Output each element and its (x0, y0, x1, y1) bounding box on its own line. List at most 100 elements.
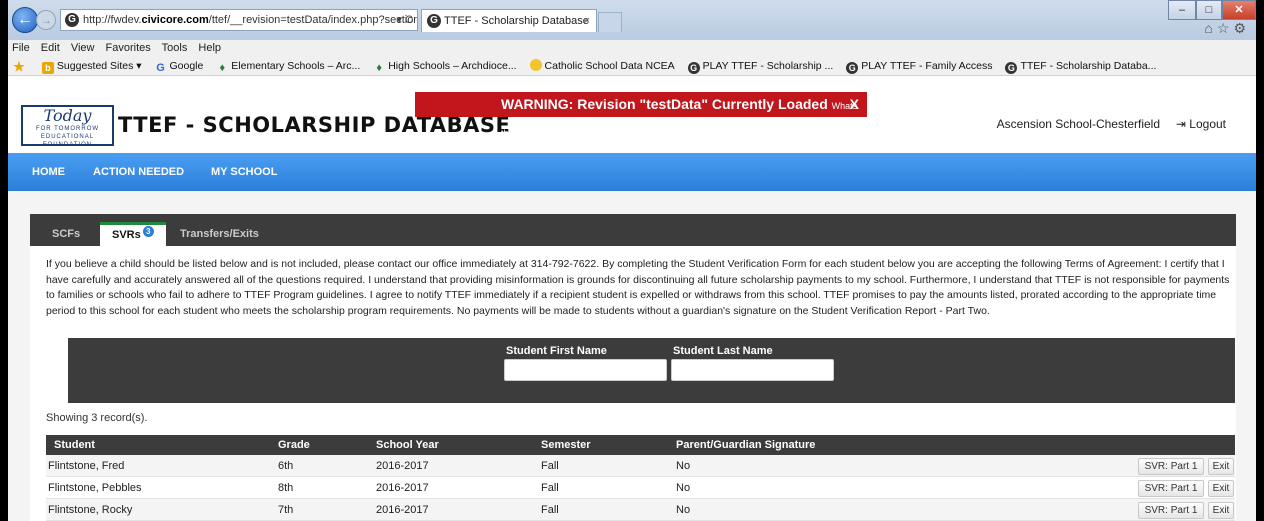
fav-google[interactable]: G Google (155, 56, 204, 75)
fav-ncea[interactable]: Catholic School Data NCEA (529, 56, 675, 75)
refresh-icon[interactable]: ▾ C (396, 10, 413, 30)
last-name-input[interactable] (671, 359, 834, 381)
cell-school-year: 2016-2017 (376, 460, 429, 472)
page-content: Today FOR TOMORROW EDUCATIONAL FOUNDATIO… (8, 77, 1256, 521)
google-icon: G (156, 62, 165, 74)
table-header: Student Grade School Year Semester Paren… (46, 435, 1235, 455)
fav-high-schools[interactable]: ♦ High Schools – Archdioce... (373, 56, 516, 75)
cell-school-year: 2016-2017 (376, 482, 429, 494)
exit-button[interactable]: Exit (1208, 458, 1234, 475)
section-tabs: SCFs SVRs 3 Transfers/Exits (30, 214, 1236, 246)
menu-view[interactable]: View (71, 42, 95, 54)
fav-label: Google (169, 60, 204, 72)
minimize-icon[interactable]: – (1168, 0, 1196, 20)
menu-favorites[interactable]: Favorites (106, 42, 151, 54)
svr-part1-button[interactable]: SVR: Part 1 (1138, 480, 1204, 497)
tab-transfers-exits[interactable]: Transfers/Exits (168, 222, 271, 246)
col-signature[interactable]: Parent/Guardian Signature (676, 435, 815, 455)
cell-school-year: 2016-2017 (376, 504, 429, 516)
tab-svrs[interactable]: SVRs 3 (100, 222, 166, 246)
revision-warning-banner: WARNING: Revision "testData" Currently L… (415, 92, 867, 138)
menu-tools[interactable]: Tools (162, 42, 188, 54)
cell-grade: 7th (278, 504, 294, 516)
table-row: Flintstone, Pebbles 8th 2016-2017 Fall N… (46, 477, 1235, 499)
nav-home[interactable]: HOME (32, 153, 65, 191)
svrs-count-badge: 3 (142, 226, 154, 237)
favorites-star-icon[interactable]: ☆ (1217, 20, 1234, 36)
tab-scfs[interactable]: SCFs (40, 222, 92, 246)
home-icon[interactable]: ⌂ (1204, 20, 1216, 36)
browser-menu-bar: File Edit View Favorites Tools Help (8, 40, 1256, 56)
civicore-icon: G (846, 62, 859, 74)
fav-suggested-sites[interactable]: b Suggested Sites ▾ (41, 56, 142, 75)
url-domain: civicore.com (141, 14, 209, 26)
table-row: Flintstone, Rocky 7th 2016-2017 Fall No … (46, 499, 1235, 521)
logout-icon: ⇥ (1175, 117, 1186, 131)
col-grade[interactable]: Grade (278, 435, 310, 455)
fav-ttef-database[interactable]: G TTEF - Scholarship Databa... (1005, 56, 1157, 75)
url-suffix: /ttef/__revision=testData/index.php?sect… (208, 14, 417, 26)
favorites-star[interactable]: ★ (12, 56, 29, 75)
fav-play-family-access[interactable]: G PLAY TTEF - Family Access (846, 56, 993, 75)
svr-panel: SCFs SVRs 3 Transfers/Exits If you believ… (30, 214, 1236, 521)
maximize-icon[interactable]: □ (1196, 0, 1222, 20)
fav-label: Elementary Schools – Arc... (231, 60, 361, 72)
cell-grade: 8th (278, 482, 294, 494)
address-bar[interactable]: G http://fwdev.civicore.com/ttef/__revis… (60, 9, 418, 31)
logo-script: Today (43, 106, 92, 125)
fav-label: Suggested Sites ▾ (56, 60, 142, 72)
archdiocese-icon: ♦ (376, 62, 382, 74)
menu-help[interactable]: Help (198, 42, 221, 54)
url-prefix: http://fwdev. (83, 14, 142, 26)
browser-tab-active[interactable]: G TTEF - Scholarship Database × (421, 9, 597, 32)
suggested-sites-icon: b (41, 62, 54, 74)
favorites-star-icon: ★ (13, 59, 25, 74)
fav-play-scholarship[interactable]: G PLAY TTEF - Scholarship ... (687, 56, 834, 75)
table-row: Flintstone, Fred 6th 2016-2017 Fall No S… (46, 455, 1235, 477)
school-name: Ascension School-Chesterfield (996, 117, 1160, 131)
fav-label: Catholic School Data NCEA (544, 60, 675, 72)
menu-file[interactable]: File (12, 42, 30, 54)
exit-button[interactable]: Exit (1208, 480, 1234, 497)
cell-semester: Fall (541, 460, 559, 472)
civicore-icon: G (687, 62, 700, 74)
table-body: Flintstone, Fred 6th 2016-2017 Fall No S… (46, 455, 1235, 521)
ttef-logo[interactable]: Today FOR TOMORROW EDUCATIONAL FOUNDATIO… (21, 105, 114, 148)
first-name-input[interactable] (504, 359, 667, 381)
tab-close-icon[interactable]: × (584, 10, 590, 32)
forward-arrow-icon[interactable]: → (36, 10, 56, 30)
students-table: Student Grade School Year Semester Paren… (46, 435, 1235, 521)
archdiocese-icon: ♦ (219, 62, 226, 74)
col-school-year[interactable]: School Year (376, 435, 439, 455)
window-close-icon[interactable]: ✕ (1222, 0, 1256, 20)
logout-link[interactable]: ⇥ Logout (1176, 117, 1226, 131)
tab-title: TTEF - Scholarship Database (444, 15, 589, 27)
cell-signature: No (676, 482, 691, 494)
ncea-icon (529, 59, 542, 71)
warning-close-icon[interactable]: X (850, 92, 859, 117)
main-nav: HOME ACTION NEEDED MY SCHOOL (8, 153, 1256, 191)
settings-gear-icon[interactable]: ⚙ (1233, 20, 1250, 36)
warning-text: WARNING: Revision "testData" Currently L… (501, 96, 828, 112)
col-student[interactable]: Student (54, 435, 95, 455)
nav-action-needed[interactable]: ACTION NEEDED (93, 153, 184, 191)
svr-part1-button[interactable]: SVR: Part 1 (1138, 458, 1204, 475)
exit-button[interactable]: Exit (1208, 502, 1234, 519)
fav-label: PLAY TTEF - Family Access (861, 60, 993, 72)
logout-label: Logout (1189, 117, 1226, 131)
tab-favicon-icon: G (427, 14, 441, 28)
nav-my-school[interactable]: MY SCHOOL (211, 153, 277, 191)
svr-part1-button[interactable]: SVR: Part 1 (1138, 502, 1204, 519)
browser-title-bar: ← → G http://fwdev.civicore.com/ttef/__r… (8, 0, 1256, 40)
fav-label: TTEF - Scholarship Databa... (1020, 60, 1157, 72)
browser-window: ← → G http://fwdev.civicore.com/ttef/__r… (8, 0, 1256, 521)
browser-toolbar-icons: ⌂☆⚙ (1204, 20, 1250, 37)
menu-edit[interactable]: Edit (41, 42, 60, 54)
new-tab-button[interactable] (598, 12, 622, 32)
last-name-label: Student Last Name (673, 345, 773, 357)
col-semester[interactable]: Semester (541, 435, 591, 455)
back-arrow-icon[interactable]: ← (12, 7, 38, 33)
fav-elementary-schools[interactable]: ♦ Elementary Schools – Arc... (216, 56, 361, 75)
fav-label: PLAY TTEF - Scholarship ... (702, 60, 834, 72)
site-favicon-icon: G (65, 13, 79, 27)
